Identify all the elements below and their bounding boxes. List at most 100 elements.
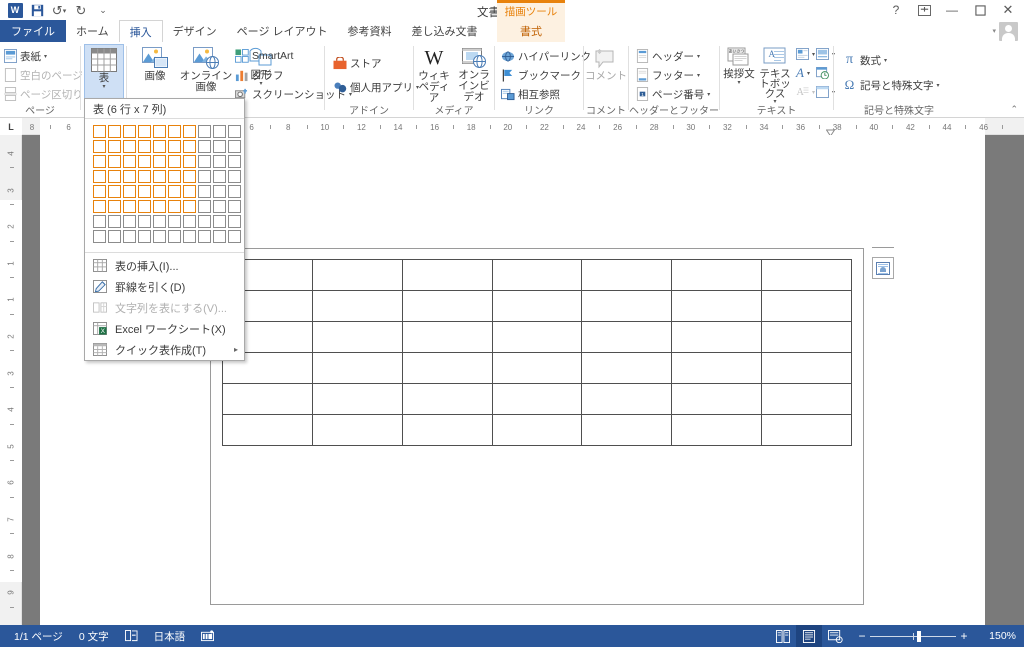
table-cell[interactable] [311,414,403,446]
table-size-cell[interactable] [122,199,137,214]
quick-parts-caret[interactable]: ▾ [812,51,815,58]
table-size-cell[interactable] [107,154,122,169]
menu-convert-text-to-table[interactable]: 文字列を表にする(V)... [85,297,244,318]
table-cell[interactable] [761,414,852,446]
zoom-level[interactable]: 150% [972,630,1016,642]
drop-cap-caret[interactable]: ▾ [812,89,815,96]
table-cell[interactable] [491,414,583,446]
table-size-cell[interactable] [197,184,212,199]
tab-design[interactable]: デザイン [163,20,227,42]
table-cell[interactable] [491,383,583,415]
minimize-button[interactable]: — [938,0,966,20]
drop-cap-button[interactable]: A ▾ [796,83,816,101]
table-cell[interactable] [491,352,583,384]
print-layout-button[interactable] [796,625,822,647]
table-size-cell[interactable] [137,199,152,214]
table-cell[interactable] [401,383,493,415]
cross-reference-button[interactable]: 相互参照 [501,85,560,103]
layout-options-button[interactable] [872,257,894,279]
table-size-cell[interactable] [152,139,167,154]
language-indicator[interactable]: 日本語 [146,625,194,647]
table-size-cell[interactable] [227,184,242,199]
table-cell[interactable] [581,352,673,384]
table-row[interactable] [222,259,852,291]
symbol-caret[interactable]: ▾ [937,82,940,89]
page-break-button[interactable]: ページ区切り [4,85,83,103]
table-row[interactable] [222,383,852,415]
proofing-icon[interactable] [117,625,146,647]
table-size-cell[interactable] [122,124,137,139]
table-size-cell[interactable] [92,229,107,244]
smartart-button[interactable]: SmartArt [235,47,293,65]
blank-page-button[interactable]: 空白のページ [4,66,83,84]
vertical-ruler[interactable]: 4321123456789101112 [0,135,22,645]
table-size-cell[interactable] [122,139,137,154]
tab-insert[interactable]: 挿入 [118,20,163,42]
table-size-cell[interactable] [152,154,167,169]
table-cell[interactable] [401,414,493,446]
wikipedia-button[interactable]: W ウィキペディア [414,44,454,104]
table-size-cell[interactable] [107,169,122,184]
table-size-cell[interactable] [182,214,197,229]
table-cell[interactable] [401,352,493,384]
table-cell[interactable] [581,414,673,446]
table-cell[interactable] [311,259,403,291]
table-size-cell[interactable] [107,139,122,154]
table-size-cell[interactable] [167,169,182,184]
table-size-cell[interactable] [152,124,167,139]
tab-file[interactable]: ファイル [0,20,66,42]
table-size-cell[interactable] [227,199,242,214]
table-cell[interactable] [491,321,583,353]
table-preview[interactable] [222,259,852,446]
table-cell[interactable] [761,290,852,322]
macro-recording-icon[interactable] [193,625,222,647]
table-size-cell[interactable] [92,214,107,229]
table-cell[interactable] [761,259,852,291]
table-size-cell[interactable] [122,214,137,229]
table-size-cell[interactable] [197,214,212,229]
table-size-cell[interactable] [227,139,242,154]
word-count[interactable]: 0 文字 [71,625,117,647]
table-row[interactable] [222,290,852,322]
menu-insert-table[interactable]: 表の挿入(I)... [85,255,244,276]
table-size-cell[interactable] [212,229,227,244]
table-size-cell[interactable] [137,154,152,169]
table-size-cell[interactable] [137,229,152,244]
tab-page-layout[interactable]: ページ レイアウト [227,20,338,42]
table-cell[interactable] [671,383,763,415]
table-size-cell[interactable] [122,154,137,169]
table-size-cell[interactable] [167,139,182,154]
symbol-button[interactable]: Ω 記号と特殊文字 ▾ [842,76,940,94]
table-button[interactable]: 表 ▾ [84,44,124,106]
table-cell[interactable] [671,414,763,446]
table-size-cell[interactable] [182,229,197,244]
zoom-in-button[interactable]: + [956,629,972,643]
table-size-cell[interactable] [182,154,197,169]
store-button[interactable]: ストア [333,54,382,72]
table-cell[interactable] [581,259,673,291]
zoom-track[interactable] [870,630,956,642]
table-cell[interactable] [761,321,852,353]
greeting-caret[interactable]: ▾ [737,80,740,86]
table-size-cell[interactable] [167,154,182,169]
pictures-button[interactable]: 画像 [131,44,179,104]
zoom-handle[interactable] [917,630,922,642]
table-cell[interactable] [222,383,313,415]
table-cell[interactable] [401,321,493,353]
table-cell[interactable] [311,383,403,415]
page-number-caret[interactable]: ▾ [707,91,710,98]
tab-references[interactable]: 参考資料 [338,20,402,42]
table-cell[interactable] [761,352,852,384]
table-size-cell[interactable] [137,169,152,184]
menu-excel-spreadsheet[interactable]: X Excel ワークシート(X) [85,318,244,339]
table-size-cell[interactable] [197,229,212,244]
table-size-cell[interactable] [197,139,212,154]
table-cell[interactable] [671,352,763,384]
table-cell[interactable] [491,290,583,322]
table-size-cell[interactable] [227,169,242,184]
table-size-cell[interactable] [152,229,167,244]
my-apps-button[interactable]: 個人用アプリ ▾ [333,78,419,96]
online-pictures-button[interactable]: オンライン画像 [179,44,233,104]
table-size-cell[interactable] [167,124,182,139]
table-size-cell[interactable] [107,124,122,139]
